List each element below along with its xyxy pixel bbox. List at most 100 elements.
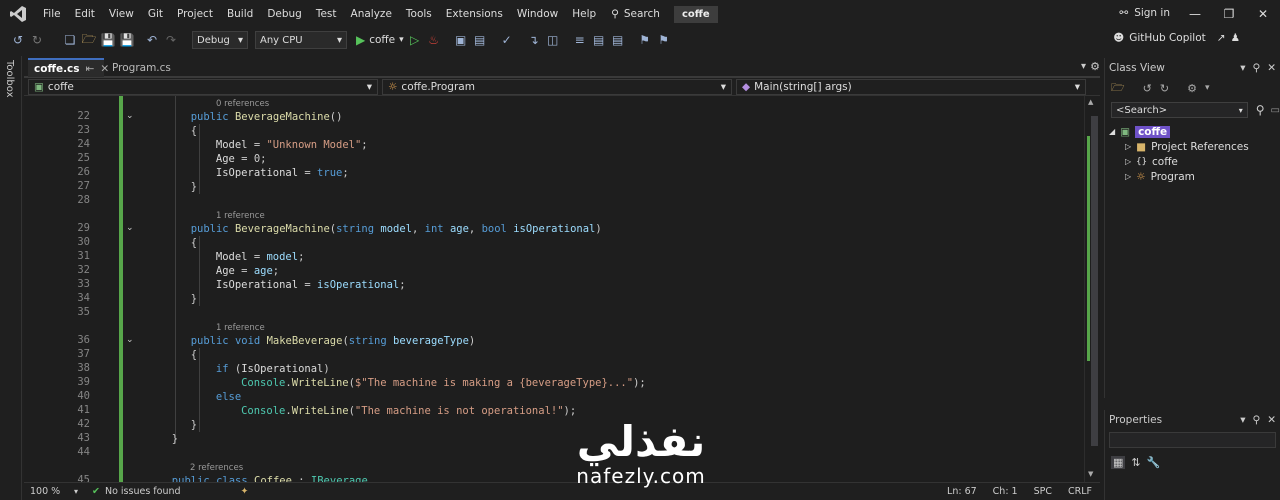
- collapsed-arrow-icon[interactable]: ▷: [1125, 142, 1131, 151]
- expanded-arrow-icon[interactable]: ◢: [1109, 127, 1115, 136]
- code-cleanup-icon[interactable]: ✦: [241, 486, 249, 497]
- menu-item-view[interactable]: View: [102, 0, 141, 28]
- alphabetical-icon[interactable]: ⇅: [1131, 456, 1140, 469]
- scroll-thumb[interactable]: [1091, 116, 1098, 446]
- pin-icon[interactable]: ⚲: [1252, 414, 1260, 426]
- sign-in-button[interactable]: ⚯ Sign in: [1119, 7, 1170, 19]
- close-icon[interactable]: ✕: [1246, 0, 1280, 28]
- code-line[interactable]: else: [216, 390, 241, 404]
- collapsed-arrow-icon[interactable]: ▷: [1125, 157, 1131, 166]
- platform-select[interactable]: Any CPU ▾: [255, 31, 347, 49]
- code-line[interactable]: {: [191, 236, 197, 250]
- code-line[interactable]: Console.WriteLine("The machine is not op…: [241, 404, 576, 418]
- code-line[interactable]: public class Coffee : IBeverage: [172, 474, 368, 482]
- vertical-scrollbar[interactable]: ▲ ▼: [1084, 96, 1100, 482]
- code-line[interactable]: if (IsOperational): [216, 362, 330, 376]
- menu-item-test[interactable]: Test: [309, 0, 344, 28]
- menu-item-tools[interactable]: Tools: [399, 0, 439, 28]
- search-clear-icon[interactable]: ▭: [1271, 105, 1280, 116]
- format-icon[interactable]: ≡: [572, 33, 588, 47]
- search-box[interactable]: ⚲ Search: [603, 4, 668, 24]
- chevron-down-icon[interactable]: ▾: [1240, 414, 1245, 426]
- code-line[interactable]: Model = "Unknown Model";: [216, 138, 368, 152]
- pin-icon[interactable]: ⚲: [1252, 62, 1260, 74]
- line-ending-mode[interactable]: CRLF: [1068, 486, 1092, 497]
- code-line[interactable]: Console.WriteLine($"The machine is makin…: [241, 376, 646, 390]
- settings-icon[interactable]: ⚙: [1090, 60, 1100, 73]
- minimize-icon[interactable]: —: [1178, 0, 1212, 28]
- code-line[interactable]: Age = 0;: [216, 152, 267, 166]
- scroll-up-icon[interactable]: ▲: [1088, 98, 1093, 106]
- menu-item-build[interactable]: Build: [220, 0, 260, 28]
- tree-node-program[interactable]: ▷ ☼ Program: [1105, 169, 1280, 184]
- code-line[interactable]: }: [172, 432, 178, 446]
- new-project-icon[interactable]: ❏: [62, 33, 78, 47]
- property-pages-icon[interactable]: 🔧: [1147, 456, 1161, 469]
- class-view-scrollbar[interactable]: [1272, 58, 1280, 78]
- bookmark-icon[interactable]: ⚑: [637, 33, 653, 47]
- code-line[interactable]: IsOperational = true;: [216, 166, 349, 180]
- code-line[interactable]: IsOperational = isOperational;: [216, 278, 406, 292]
- codelens-references[interactable]: 0 references: [216, 96, 269, 110]
- new-folder-icon[interactable]: 🗁: [1111, 79, 1125, 98]
- menu-item-help[interactable]: Help: [565, 0, 603, 28]
- tree-node-root[interactable]: ◢ ▣ coffe: [1105, 124, 1280, 139]
- code-line[interactable]: Model = model;: [216, 250, 305, 264]
- menu-item-window[interactable]: Window: [510, 0, 565, 28]
- forward-icon[interactable]: ↻: [1160, 82, 1169, 95]
- menu-item-debug[interactable]: Debug: [260, 0, 309, 28]
- menu-item-analyze[interactable]: Analyze: [344, 0, 399, 28]
- uncomment-icon[interactable]: ▤: [610, 33, 626, 47]
- properties-object-select[interactable]: [1109, 432, 1276, 448]
- toolbox-tab[interactable]: Toolbox: [4, 60, 15, 98]
- tab-list-dropdown-icon[interactable]: ▾: [1081, 61, 1086, 72]
- code-line[interactable]: Age = age;: [216, 264, 279, 278]
- codelens-references[interactable]: 2 references: [190, 460, 243, 474]
- chevron-down-icon[interactable]: ▾: [1205, 83, 1210, 93]
- codelens-references[interactable]: 1 reference: [216, 208, 265, 222]
- code-line[interactable]: public BeverageMachine(): [191, 110, 343, 124]
- code-line[interactable]: }: [191, 292, 197, 306]
- menu-item-git[interactable]: Git: [141, 0, 170, 28]
- fold-toggle-icon[interactable]: ⌄: [126, 111, 134, 121]
- start-debugging-button[interactable]: ▶ coffe ▾: [356, 33, 404, 47]
- code-line[interactable]: {: [191, 124, 197, 138]
- step-icon[interactable]: ↴: [526, 33, 542, 47]
- visual-studio-logo-icon[interactable]: [0, 0, 36, 28]
- tab-program-cs[interactable]: Program.cs: [106, 58, 194, 77]
- menu-item-edit[interactable]: Edit: [68, 0, 102, 28]
- code-line[interactable]: public BeverageMachine(string model, int…: [191, 222, 602, 236]
- maximize-icon[interactable]: ❐: [1212, 0, 1246, 28]
- collapsed-arrow-icon[interactable]: ▷: [1125, 172, 1131, 181]
- pin-icon[interactable]: ⇤: [86, 63, 95, 75]
- scroll-down-icon[interactable]: ▼: [1088, 470, 1093, 478]
- compare-icon[interactable]: ◫: [545, 33, 561, 47]
- project-dropdown[interactable]: ▣ coffe ▾: [28, 79, 378, 95]
- close-icon[interactable]: ✕: [1267, 414, 1276, 426]
- back-icon[interactable]: ↺: [1143, 82, 1152, 95]
- comment-icon[interactable]: ▤: [591, 33, 607, 47]
- share-icon[interactable]: ↗: [1217, 32, 1226, 44]
- member-dropdown[interactable]: ◆ Main(string[] args) ▾: [736, 79, 1086, 95]
- configuration-select[interactable]: Debug ▾: [192, 31, 248, 49]
- tree-node-references[interactable]: ▷ ■ Project References: [1105, 139, 1280, 154]
- categorized-icon[interactable]: ▦: [1111, 456, 1126, 469]
- chevron-down-icon[interactable]: ▾: [1240, 62, 1245, 74]
- codelens-references[interactable]: 1 reference: [216, 320, 265, 334]
- github-copilot-button[interactable]: ☻ GitHub Copilot ↗ ♟: [1113, 32, 1240, 44]
- layout-icon[interactable]: ▤: [472, 33, 488, 47]
- issues-status[interactable]: No issues found: [105, 486, 181, 497]
- code-editor[interactable]: 22 23 24 25 26 27 28 29 30 31 32 33 34 35 36 37 38 39 40 41…: [24, 96, 1084, 482]
- save-icon[interactable]: 💾: [100, 33, 116, 47]
- back-icon[interactable]: ↺: [10, 33, 26, 47]
- forward-icon[interactable]: ↻: [29, 33, 45, 47]
- code-line[interactable]: }: [191, 180, 197, 194]
- start-without-debugging-icon[interactable]: ▷: [407, 33, 423, 47]
- save-all-icon[interactable]: 💾: [119, 33, 135, 47]
- feedback-icon[interactable]: ♟: [1231, 32, 1240, 44]
- undo-icon[interactable]: ↶: [144, 33, 160, 47]
- hot-reload-icon[interactable]: ♨: [426, 33, 442, 47]
- code-line[interactable]: {: [191, 348, 197, 362]
- search-icon[interactable]: ⚲: [1256, 103, 1265, 117]
- code-line[interactable]: public void MakeBeverage(string beverage…: [191, 334, 476, 348]
